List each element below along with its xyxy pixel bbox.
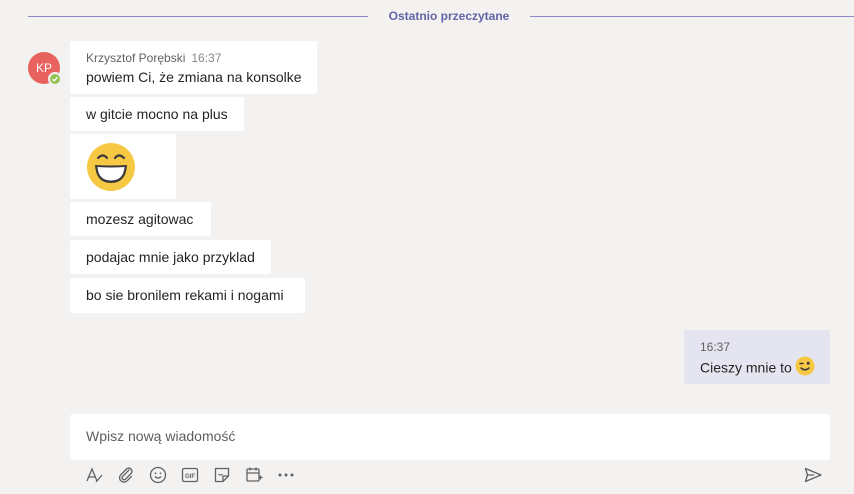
message-input[interactable] — [70, 414, 826, 458]
laughing-emoji-icon — [86, 142, 136, 197]
format-icon[interactable] — [83, 464, 105, 486]
message-bubble[interactable]: mozesz agitowac — [70, 202, 211, 236]
emoji-icon[interactable] — [147, 464, 169, 486]
message-bubble[interactable]: w gitcie mocno na plus — [70, 97, 244, 131]
author-name[interactable]: Krzysztof Porębski — [86, 51, 185, 65]
message-time: 16:37 — [700, 340, 731, 354]
message-text: Cieszy mnie to — [700, 359, 792, 376]
message-bubble[interactable]: Krzysztof Porębski 16:37 powiem Ci, że zm… — [70, 41, 317, 94]
send-icon[interactable] — [802, 464, 824, 486]
gif-icon[interactable]: GIF — [179, 464, 201, 486]
attach-icon[interactable] — [115, 464, 137, 486]
avatar[interactable]: KP — [28, 52, 62, 86]
sticker-icon[interactable] — [211, 464, 233, 486]
message-time: 16:37 — [191, 51, 222, 65]
own-message-bubble[interactable]: 16:37 Cieszy mnie to — [684, 330, 830, 384]
more-options-icon[interactable] — [275, 464, 297, 486]
last-read-divider: Ostatnio przeczytane — [28, 9, 854, 23]
message-text-row: Cieszy mnie to — [700, 356, 815, 379]
message-text: podajac mnie jako przyklad — [86, 249, 255, 265]
message-text: mozesz agitowac — [86, 211, 194, 227]
compose-box[interactable] — [70, 414, 830, 460]
message-header: Krzysztof Porębski 16:37 — [86, 51, 221, 65]
message-text: bo sie bronilem rekami i nogami — [86, 287, 284, 303]
message-bubble[interactable]: bo sie bronilem rekami i nogami — [70, 278, 305, 313]
schedule-meeting-icon[interactable] — [243, 464, 265, 486]
divider-line-left — [28, 16, 368, 17]
message-bubble[interactable] — [70, 134, 176, 199]
message-text: powiem Ci, że zmiana na konsolke — [86, 69, 302, 85]
presence-available-icon — [48, 72, 62, 86]
wink-emoji-icon — [795, 356, 815, 379]
message-bubble[interactable]: podajac mnie jako przyklad — [70, 240, 271, 274]
svg-text:GIF: GIF — [185, 474, 195, 480]
divider-line-right — [530, 16, 854, 17]
message-text: w gitcie mocno na plus — [86, 106, 228, 122]
last-read-label: Ostatnio przeczytane — [388, 9, 510, 23]
